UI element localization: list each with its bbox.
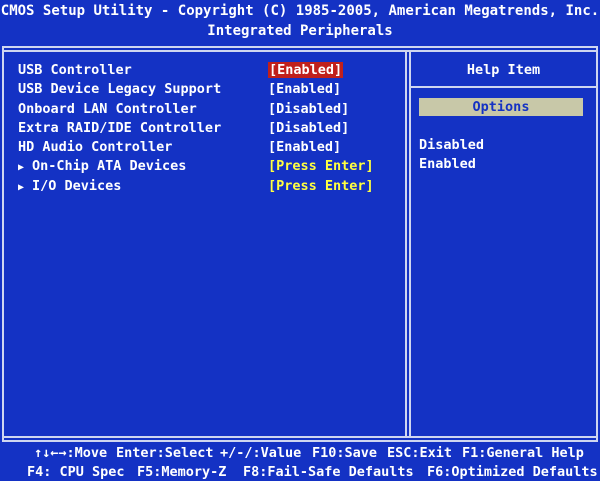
settings-list: USB Controller [Enabled] USB Device Lega…	[18, 62, 398, 197]
key-hint-save: F10:Save	[312, 445, 378, 461]
key-hint-help: F1:General Help	[462, 445, 584, 461]
panel-divider	[405, 50, 407, 436]
setting-value[interactable]: [Disabled]	[268, 120, 349, 136]
frame-top-line-inner	[2, 50, 598, 52]
key-hint-move: ↑↓←→:Move	[34, 445, 108, 461]
header: CMOS Setup Utility - Copyright (C) 1985-…	[0, 0, 600, 44]
page-title: CMOS Setup Utility - Copyright (C) 1985-…	[0, 3, 600, 19]
frame-bottom-line	[2, 436, 598, 438]
setting-label-submenu: ▶ On-Chip ATA Devices	[18, 158, 186, 174]
frame-right-line	[596, 46, 598, 442]
frame-top-line	[2, 46, 598, 48]
setting-extra-raid[interactable]: Extra RAID/IDE Controller [Disabled]	[18, 120, 398, 139]
setting-value[interactable]: [Disabled]	[268, 101, 349, 117]
setting-label: Extra RAID/IDE Controller	[18, 119, 222, 136]
setting-label: USB Device Legacy Support	[18, 81, 222, 98]
setting-label: HD Audio Controller	[18, 139, 173, 156]
setting-hd-audio[interactable]: HD Audio Controller [Enabled]	[18, 139, 398, 158]
option-enabled[interactable]: Enabled	[419, 156, 484, 175]
setting-value[interactable]: [Enabled]	[268, 81, 341, 97]
setting-usb-controller[interactable]: USB Controller [Enabled]	[18, 62, 398, 81]
key-hint-cpu-spec: F4: CPU Spec	[27, 464, 125, 480]
setting-usb-legacy[interactable]: USB Device Legacy Support [Enabled]	[18, 81, 398, 100]
help-title: Help Item	[466, 62, 541, 78]
option-disabled[interactable]: Disabled	[419, 137, 484, 156]
setting-value-selected[interactable]: [Enabled]	[268, 62, 344, 78]
key-hint-optimized: F6:Optimized Defaults	[427, 464, 598, 480]
triangle-right-icon: ▶	[18, 162, 25, 174]
key-hint-select: Enter:Select	[116, 445, 214, 461]
setting-label-submenu: ▶ I/O Devices	[18, 178, 121, 194]
setting-label: Onboard LAN Controller	[18, 100, 197, 117]
help-separator	[409, 86, 596, 88]
setting-value-submenu[interactable]: [Press Enter]	[268, 158, 374, 174]
page-subtitle: Integrated Peripherals	[207, 23, 393, 39]
setting-label: USB Controller	[18, 62, 132, 78]
setting-value[interactable]: [Enabled]	[268, 139, 341, 155]
options-header: Options	[419, 98, 583, 116]
setting-onboard-lan[interactable]: Onboard LAN Controller [Disabled]	[18, 101, 398, 120]
setting-label-text: On-Chip ATA Devices	[32, 158, 187, 175]
setting-onchip-ata[interactable]: ▶ On-Chip ATA Devices [Press Enter]	[18, 158, 398, 177]
frame-bottom-line-inner	[2, 440, 598, 442]
key-hint-exit: ESC:Exit	[387, 445, 453, 461]
setting-io-devices[interactable]: ▶ I/O Devices [Press Enter]	[18, 178, 398, 197]
key-hint-value: +/-/:Value	[220, 445, 302, 461]
triangle-right-icon: ▶	[18, 181, 25, 193]
panel-divider-inner	[409, 50, 411, 436]
key-hint-failsafe: F8:Fail-Safe Defaults	[243, 464, 414, 480]
frame-left-line	[2, 46, 4, 442]
options-list: Disabled Enabled	[419, 137, 484, 176]
key-hint-memory-z: F5:Memory-Z	[137, 464, 227, 480]
setting-label-text: I/O Devices	[32, 177, 122, 194]
setting-value-submenu[interactable]: [Press Enter]	[268, 178, 374, 194]
